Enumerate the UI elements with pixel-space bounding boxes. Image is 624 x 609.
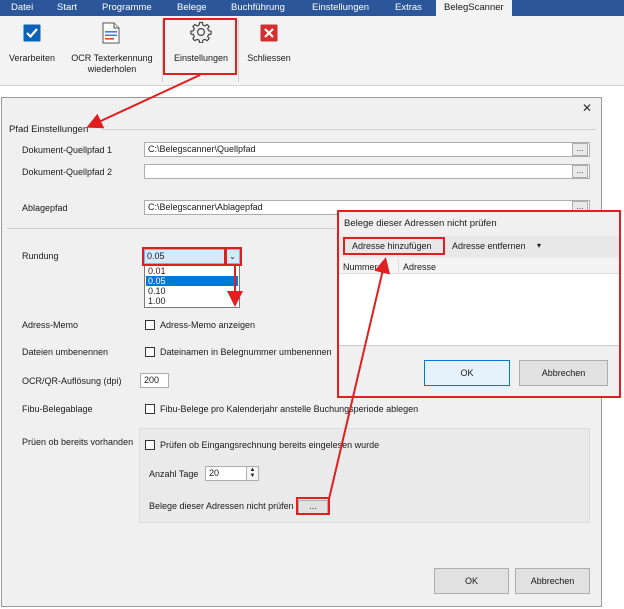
arrow-einstellungen (86, 74, 201, 129)
annotation-arrows (86, 74, 391, 500)
arrow-belege (328, 257, 391, 500)
